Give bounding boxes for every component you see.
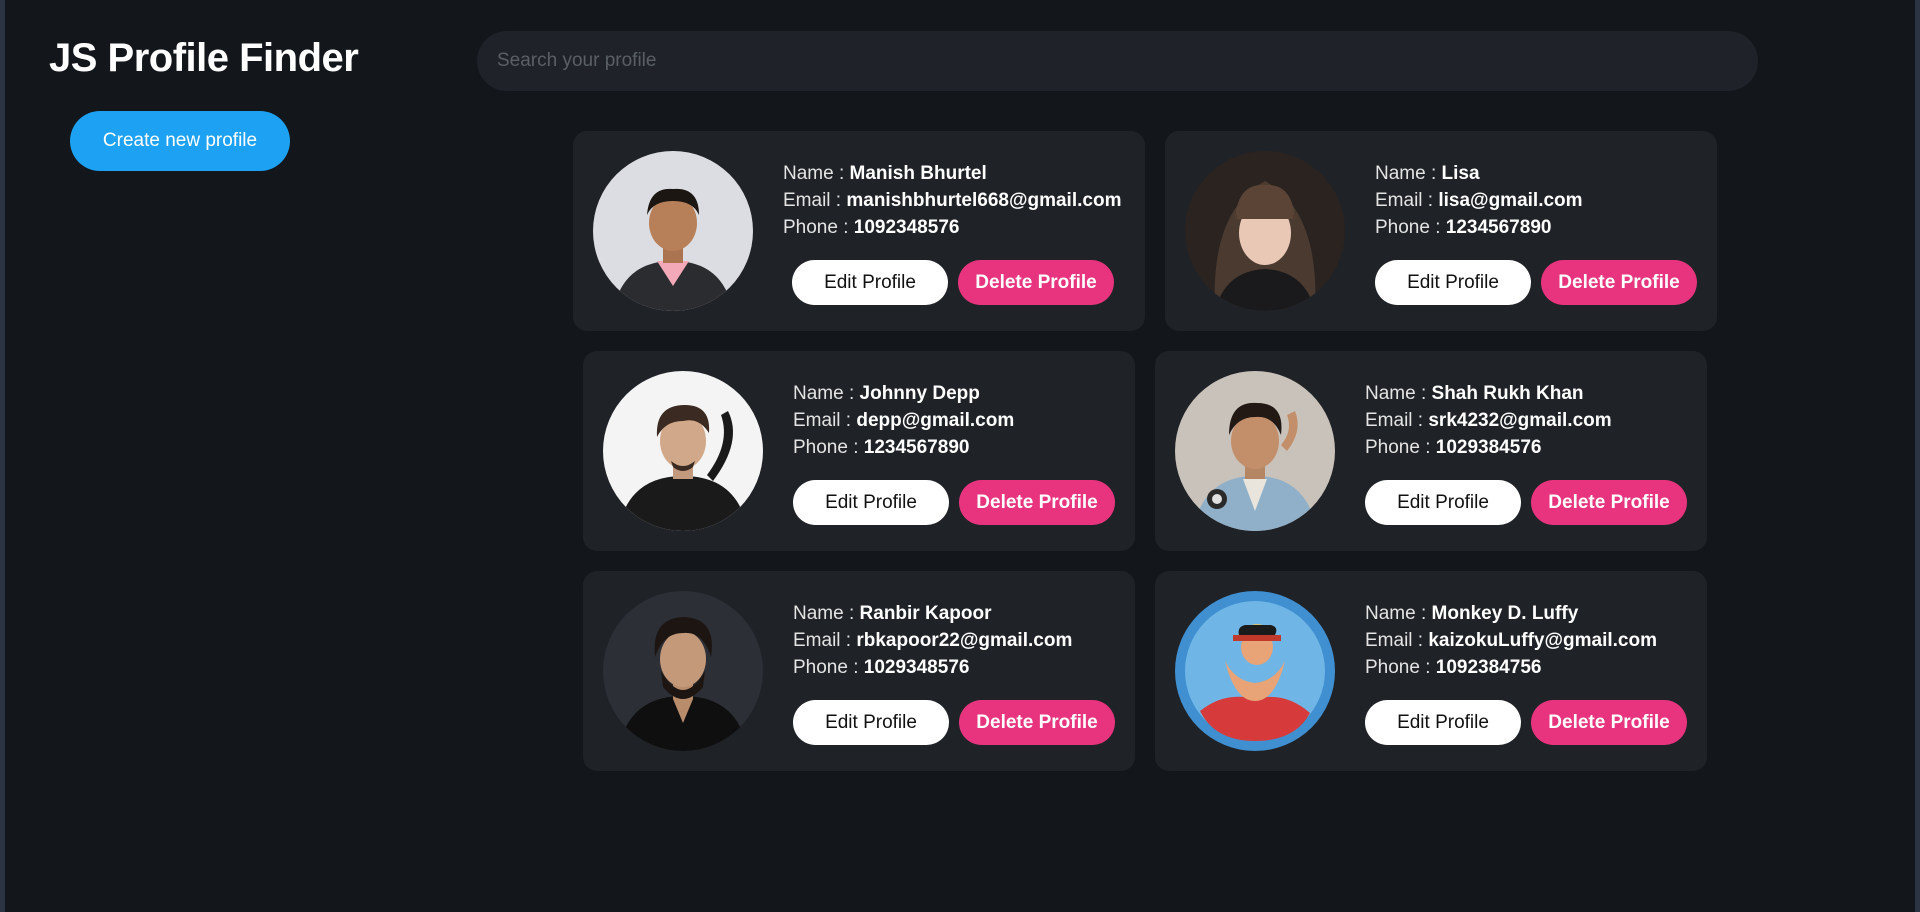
email-label: Email :: [1365, 410, 1429, 431]
phone-label: Phone :: [1365, 437, 1436, 458]
delete-profile-button[interactable]: Delete Profile: [958, 260, 1114, 305]
delete-profile-button[interactable]: Delete Profile: [959, 700, 1115, 745]
profile-card: Name : Ranbir Kapoor Email : rbkapoor22@…: [583, 571, 1135, 771]
profile-email: rbkapoor22@gmail.com: [856, 630, 1073, 651]
email-label: Email :: [1365, 630, 1429, 651]
profile-email: depp@gmail.com: [856, 410, 1015, 431]
avatar: [1175, 591, 1335, 751]
edit-profile-button[interactable]: Edit Profile: [1365, 700, 1521, 745]
profile-name: Ranbir Kapoor: [859, 603, 992, 624]
profile-email: srk4232@gmail.com: [1428, 410, 1612, 431]
profile-phone: 1092384756: [1435, 657, 1542, 678]
avatar: [593, 151, 753, 311]
app-title: JS Profile Finder: [49, 36, 359, 80]
avatar: [1175, 371, 1335, 531]
delete-profile-button[interactable]: Delete Profile: [959, 480, 1115, 525]
profile-phone: 1029384576: [1435, 437, 1542, 458]
profile-name: Lisa: [1441, 163, 1480, 184]
edit-profile-button[interactable]: Edit Profile: [793, 480, 949, 525]
name-label: Name :: [1375, 163, 1442, 184]
edit-profile-button[interactable]: Edit Profile: [793, 700, 949, 745]
profile-email: manishbhurtel668@gmail.com: [846, 190, 1122, 211]
profile-info: Name : Ranbir Kapoor Email : rbkapoor22@…: [793, 600, 1072, 681]
phone-label: Phone :: [1365, 657, 1436, 678]
email-label: Email :: [783, 190, 847, 211]
delete-profile-button[interactable]: Delete Profile: [1531, 480, 1687, 525]
avatar: [603, 371, 763, 531]
profile-info: Name : Monkey D. Luffy Email : kaizokuLu…: [1365, 600, 1657, 681]
edit-profile-button[interactable]: Edit Profile: [1375, 260, 1531, 305]
phone-label: Phone :: [793, 657, 864, 678]
profile-phone: 1234567890: [863, 437, 970, 458]
profile-card: Name : Manish Bhurtel Email : manishbhur…: [573, 131, 1145, 331]
profile-name: Shah Rukh Khan: [1431, 383, 1584, 404]
search-input[interactable]: [477, 31, 1758, 91]
profile-name: Monkey D. Luffy: [1431, 603, 1579, 624]
profile-name: Johnny Depp: [859, 383, 980, 404]
profile-info: Name : Manish Bhurtel Email : manishbhur…: [783, 160, 1121, 241]
name-label: Name :: [783, 163, 850, 184]
avatar: [1185, 151, 1345, 311]
profile-card: Name : Monkey D. Luffy Email : kaizokuLu…: [1155, 571, 1707, 771]
profile-info: Name : Shah Rukh Khan Email : srk4232@gm…: [1365, 380, 1612, 461]
email-label: Email :: [793, 410, 857, 431]
name-label: Name :: [793, 383, 860, 404]
delete-profile-button[interactable]: Delete Profile: [1541, 260, 1697, 305]
profile-name: Manish Bhurtel: [849, 163, 987, 184]
profile-phone: 1029348576: [863, 657, 970, 678]
profile-card: Name : Shah Rukh Khan Email : srk4232@gm…: [1155, 351, 1707, 551]
email-label: Email :: [1375, 190, 1439, 211]
name-label: Name :: [1365, 603, 1432, 624]
name-label: Name :: [1365, 383, 1432, 404]
edit-profile-button[interactable]: Edit Profile: [1365, 480, 1521, 525]
profile-phone: 1234567890: [1445, 217, 1552, 238]
profile-info: Name : Johnny Depp Email : depp@gmail.co…: [793, 380, 1014, 461]
profile-card: Name : Johnny Depp Email : depp@gmail.co…: [583, 351, 1135, 551]
email-label: Email :: [793, 630, 857, 651]
phone-label: Phone :: [783, 217, 854, 238]
profile-card: Name : Lisa Email : lisa@gmail.com Phone…: [1165, 131, 1717, 331]
name-label: Name :: [793, 603, 860, 624]
create-profile-button[interactable]: Create new profile: [70, 111, 290, 171]
edit-profile-button[interactable]: Edit Profile: [792, 260, 948, 305]
profile-info: Name : Lisa Email : lisa@gmail.com Phone…: [1375, 160, 1583, 241]
phone-label: Phone :: [793, 437, 864, 458]
profile-phone: 1092348576: [853, 217, 960, 238]
profile-email: kaizokuLuffy@gmail.com: [1428, 630, 1657, 651]
avatar: [603, 591, 763, 751]
profile-email: lisa@gmail.com: [1438, 190, 1583, 211]
phone-label: Phone :: [1375, 217, 1446, 238]
app-window: JS Profile Finder Create new profile Nam…: [0, 0, 1920, 912]
delete-profile-button[interactable]: Delete Profile: [1531, 700, 1687, 745]
